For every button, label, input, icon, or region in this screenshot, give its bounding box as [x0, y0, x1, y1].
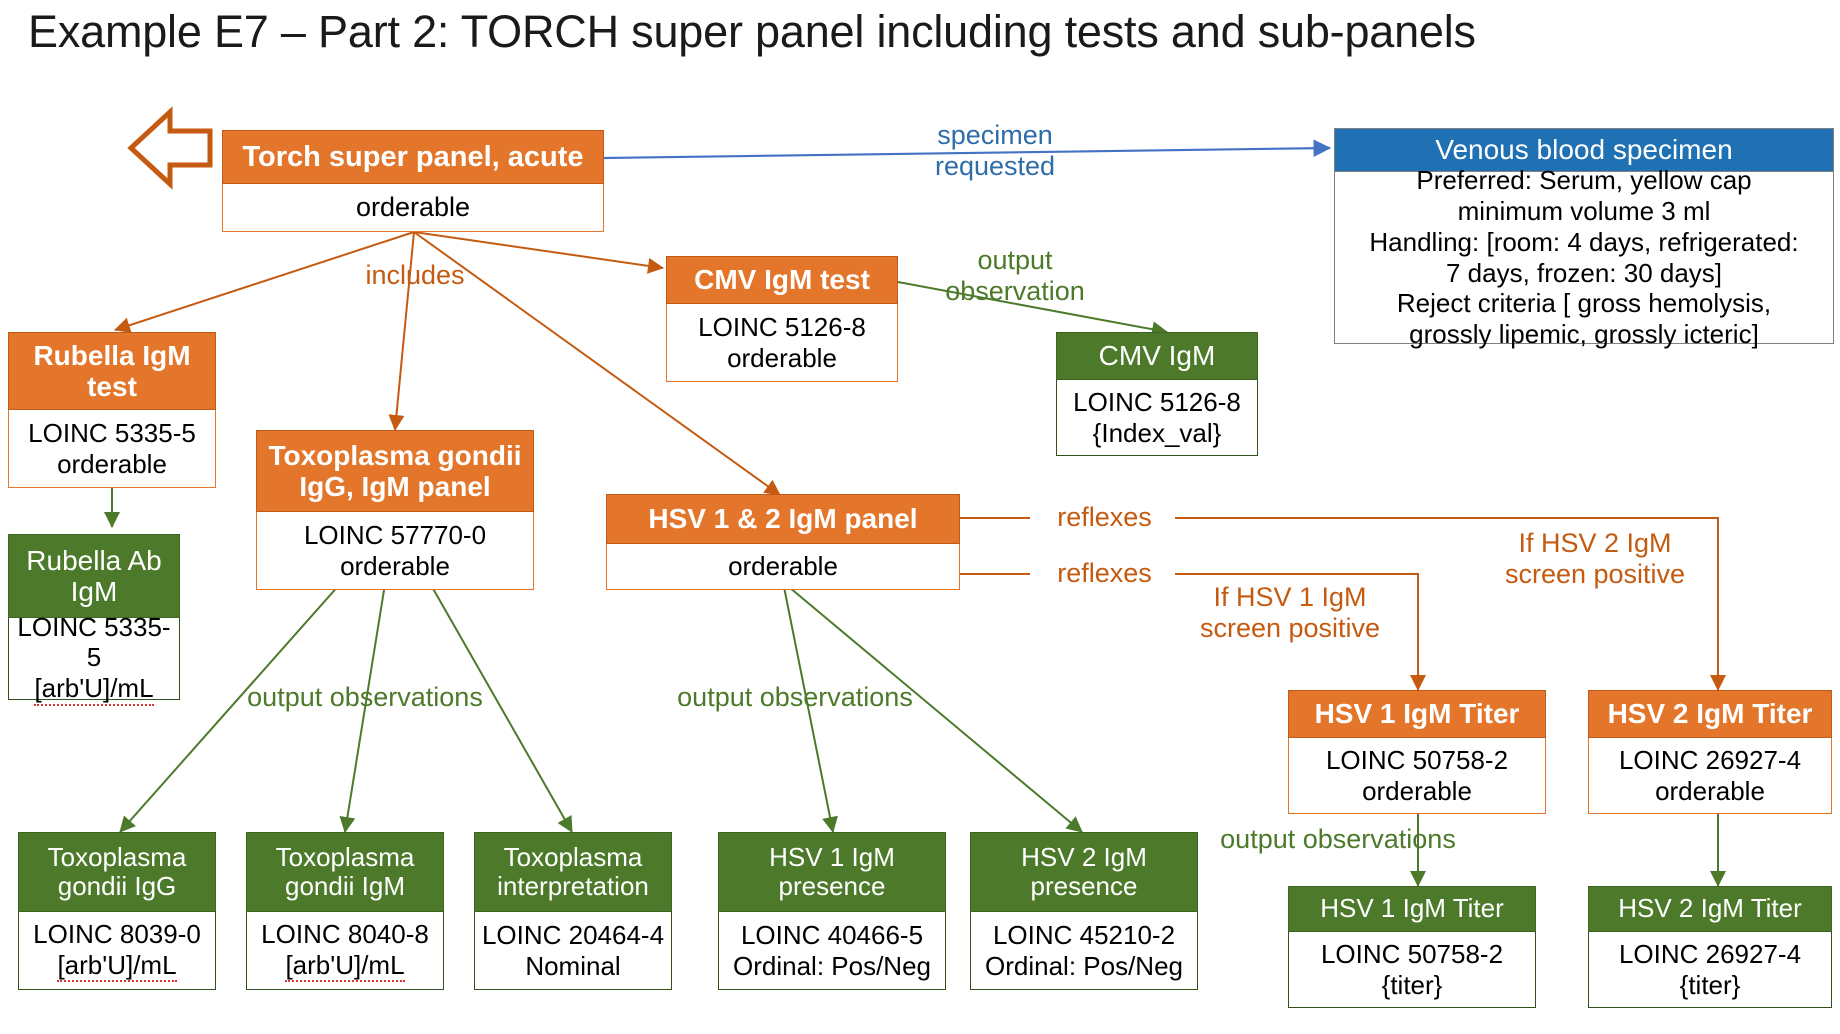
- hsv-panel-title: HSV 1 & 2 IgM panel: [606, 494, 960, 544]
- edge-label-specimen-requested: specimen requested: [934, 120, 1056, 182]
- venous-specimen-line2: minimum volume 3 ml: [1457, 196, 1711, 227]
- hsv1-titer-order-body: LOINC 50758-2 orderable: [1288, 738, 1546, 814]
- hsv1-titer-obs-line2: {titer}: [1381, 969, 1443, 1000]
- cmv-obs-line2: {Index_val}: [1092, 417, 1222, 448]
- rubella-test-title: Rubella IgM test: [8, 332, 216, 410]
- node-hsv1-igm-titer-orderable[interactable]: HSV 1 IgM Titer LOINC 50758-2 orderable: [1288, 690, 1546, 814]
- entry-arrow-icon: [127, 106, 213, 190]
- rubella-obs-line1: LOINC 5335-5: [17, 611, 171, 673]
- node-hsv1-igm-presence-observation[interactable]: HSV 1 IgM presence LOINC 40466-5 Ordinal…: [718, 832, 946, 990]
- node-toxoplasma-igm-observation[interactable]: Toxoplasma gondii IgM LOINC 8040-8 [arb'…: [246, 832, 444, 990]
- edge-label-output-observations-hsv: output observations: [677, 682, 913, 712]
- hsv2-titer-order-line2: orderable: [1655, 775, 1765, 806]
- cmv-test-line2: orderable: [727, 342, 837, 373]
- edge-label-if-hsv1-positive: If HSV 1 IgM screen positive: [1199, 582, 1381, 644]
- hsv1-presence-title: HSV 1 IgM presence: [718, 832, 946, 912]
- edge-label-output-observations-toxo: output observations: [247, 682, 483, 712]
- page-title: Example E7 – Part 2: TORCH super panel i…: [28, 6, 1476, 57]
- edge-label-output-observation: output observation: [945, 245, 1085, 307]
- hsv2-titer-obs-body: LOINC 26927-4 {titer}: [1588, 932, 1832, 1008]
- node-torch-super-panel[interactable]: Torch super panel, acute orderable: [222, 130, 604, 232]
- venous-specimen-line6: grossly lipemic, grossly icteric]: [1409, 318, 1759, 349]
- toxo-igm-body: LOINC 8040-8 [arb'U]/mL: [246, 912, 444, 990]
- toxo-panel-title: Toxoplasma gondii IgG, IgM panel: [256, 430, 534, 512]
- node-rubella-igm-test[interactable]: Rubella IgM test LOINC 5335-5 orderable: [8, 332, 216, 488]
- hsv1-presence-line1: LOINC 40466-5: [740, 919, 924, 950]
- toxo-panel-line1: LOINC 57770-0: [303, 519, 487, 550]
- toxo-interp-body: LOINC 20464-4 Nominal: [474, 912, 672, 990]
- cmv-test-line1: LOINC 5126-8: [698, 311, 866, 342]
- edge-label-reflexes-1: reflexes: [1057, 502, 1152, 532]
- rubella-test-body: LOINC 5335-5 orderable: [8, 410, 216, 488]
- hsv2-titer-order-body: LOINC 26927-4 orderable: [1588, 738, 1832, 814]
- rubella-obs-body: LOINC 5335-5 [arb'U]/mL: [8, 612, 180, 706]
- toxo-igm-line2: [arb'U]/mL: [285, 950, 405, 983]
- hsv2-presence-title: HSV 2 IgM presence: [970, 832, 1198, 912]
- venous-specimen-line1: Preferred: Serum, yellow cap: [1416, 165, 1752, 196]
- node-hsv2-igm-presence-observation[interactable]: HSV 2 IgM presence LOINC 45210-2 Ordinal…: [970, 832, 1198, 990]
- node-rubella-ab-igm-observation[interactable]: Rubella Ab IgM LOINC 5335-5 [arb'U]/mL: [8, 534, 180, 706]
- node-venous-blood-specimen[interactable]: Venous blood specimen Preferred: Serum, …: [1334, 128, 1834, 349]
- node-cmv-igm-test[interactable]: CMV IgM test LOINC 5126-8 orderable: [666, 256, 898, 382]
- hsv1-titer-obs-title: HSV 1 IgM Titer: [1288, 886, 1536, 932]
- cmv-test-title: CMV IgM test: [666, 256, 898, 304]
- edge-label-if-hsv2-positive: If HSV 2 IgM screen positive: [1504, 528, 1686, 590]
- hsv2-titer-obs-line2: {titer}: [1679, 969, 1741, 1000]
- torch-panel-body: orderable: [222, 184, 604, 232]
- node-toxoplasma-igg-observation[interactable]: Toxoplasma gondii IgG LOINC 8039-0 [arb'…: [18, 832, 216, 990]
- hsv-panel-line1: orderable: [728, 551, 838, 582]
- hsv1-titer-obs-line1: LOINC 50758-2: [1320, 938, 1504, 969]
- toxo-igm-title: Toxoplasma gondii IgM: [246, 832, 444, 912]
- hsv1-titer-obs-body: LOINC 50758-2 {titer}: [1288, 932, 1536, 1008]
- cmv-obs-title: CMV IgM: [1056, 332, 1258, 380]
- rubella-obs-line2: [arb'U]/mL: [34, 673, 154, 706]
- torch-panel-line1: orderable: [355, 191, 471, 222]
- toxo-interp-title: Toxoplasma interpretation: [474, 832, 672, 912]
- edge-label-output-observations-titer: output observations: [1220, 824, 1456, 854]
- toxo-igg-body: LOINC 8039-0 [arb'U]/mL: [18, 912, 216, 990]
- hsv2-titer-obs-line1: LOINC 26927-4: [1618, 938, 1802, 969]
- toxo-igg-line2: [arb'U]/mL: [57, 950, 177, 983]
- hsv2-presence-body: LOINC 45210-2 Ordinal: Pos/Neg: [970, 912, 1198, 990]
- cmv-obs-body: LOINC 5126-8 {Index_val}: [1056, 380, 1258, 456]
- node-hsv1-igm-titer-observation[interactable]: HSV 1 IgM Titer LOINC 50758-2 {titer}: [1288, 886, 1536, 1008]
- toxo-igg-line1: LOINC 8039-0: [33, 918, 201, 949]
- toxo-interp-line2: Nominal: [525, 950, 621, 981]
- hsv2-titer-order-line1: LOINC 26927-4: [1618, 744, 1802, 775]
- hsv2-titer-order-title: HSV 2 IgM Titer: [1588, 690, 1832, 738]
- toxo-interp-line1: LOINC 20464-4: [481, 919, 665, 950]
- hsv1-titer-order-line1: LOINC 50758-2: [1325, 744, 1509, 775]
- hsv2-presence-line1: LOINC 45210-2: [992, 919, 1176, 950]
- hsv1-presence-line2: Ordinal: Pos/Neg: [733, 950, 931, 981]
- venous-specimen-body: Preferred: Serum, yellow cap minimum vol…: [1334, 165, 1834, 349]
- hsv2-titer-obs-title: HSV 2 IgM Titer: [1588, 886, 1832, 932]
- cmv-test-body: LOINC 5126-8 orderable: [666, 304, 898, 382]
- node-toxoplasma-panel[interactable]: Toxoplasma gondii IgG, IgM panel LOINC 5…: [256, 430, 534, 590]
- rubella-test-line1: LOINC 5335-5: [28, 417, 196, 448]
- edge-label-reflexes-2: reflexes: [1057, 558, 1152, 588]
- toxo-panel-line2: orderable: [340, 550, 450, 581]
- venous-specimen-line3: Handling: [room: 4 days, refrigerated:: [1369, 226, 1799, 257]
- toxo-panel-body: LOINC 57770-0 orderable: [256, 512, 534, 590]
- hsv2-presence-line2: Ordinal: Pos/Neg: [985, 950, 1183, 981]
- node-hsv-igm-panel[interactable]: HSV 1 & 2 IgM panel orderable: [606, 494, 960, 590]
- hsv1-titer-order-line2: orderable: [1362, 775, 1472, 806]
- torch-panel-title: Torch super panel, acute: [222, 130, 604, 184]
- venous-specimen-line4: 7 days, frozen: 30 days]: [1445, 257, 1723, 288]
- node-hsv2-igm-titer-orderable[interactable]: HSV 2 IgM Titer LOINC 26927-4 orderable: [1588, 690, 1832, 814]
- cmv-obs-line1: LOINC 5126-8: [1073, 386, 1241, 417]
- venous-specimen-line5: Reject criteria [ gross hemolysis,: [1396, 288, 1772, 319]
- hsv1-presence-body: LOINC 40466-5 Ordinal: Pos/Neg: [718, 912, 946, 990]
- node-toxoplasma-interpretation-observation[interactable]: Toxoplasma interpretation LOINC 20464-4 …: [474, 832, 672, 990]
- rubella-test-line2: orderable: [57, 448, 167, 479]
- node-cmv-igm-observation[interactable]: CMV IgM LOINC 5126-8 {Index_val}: [1056, 332, 1258, 456]
- hsv-panel-body: orderable: [606, 544, 960, 590]
- node-hsv2-igm-titer-observation[interactable]: HSV 2 IgM Titer LOINC 26927-4 {titer}: [1588, 886, 1832, 1008]
- diagram-canvas: Example E7 – Part 2: TORCH super panel i…: [0, 0, 1840, 1034]
- toxo-igg-title: Toxoplasma gondii IgG: [18, 832, 216, 912]
- toxo-igm-line1: LOINC 8040-8: [261, 918, 429, 949]
- rubella-obs-title: Rubella Ab IgM: [8, 534, 180, 618]
- edge-label-includes: includes: [365, 260, 465, 290]
- hsv1-titer-order-title: HSV 1 IgM Titer: [1288, 690, 1546, 738]
